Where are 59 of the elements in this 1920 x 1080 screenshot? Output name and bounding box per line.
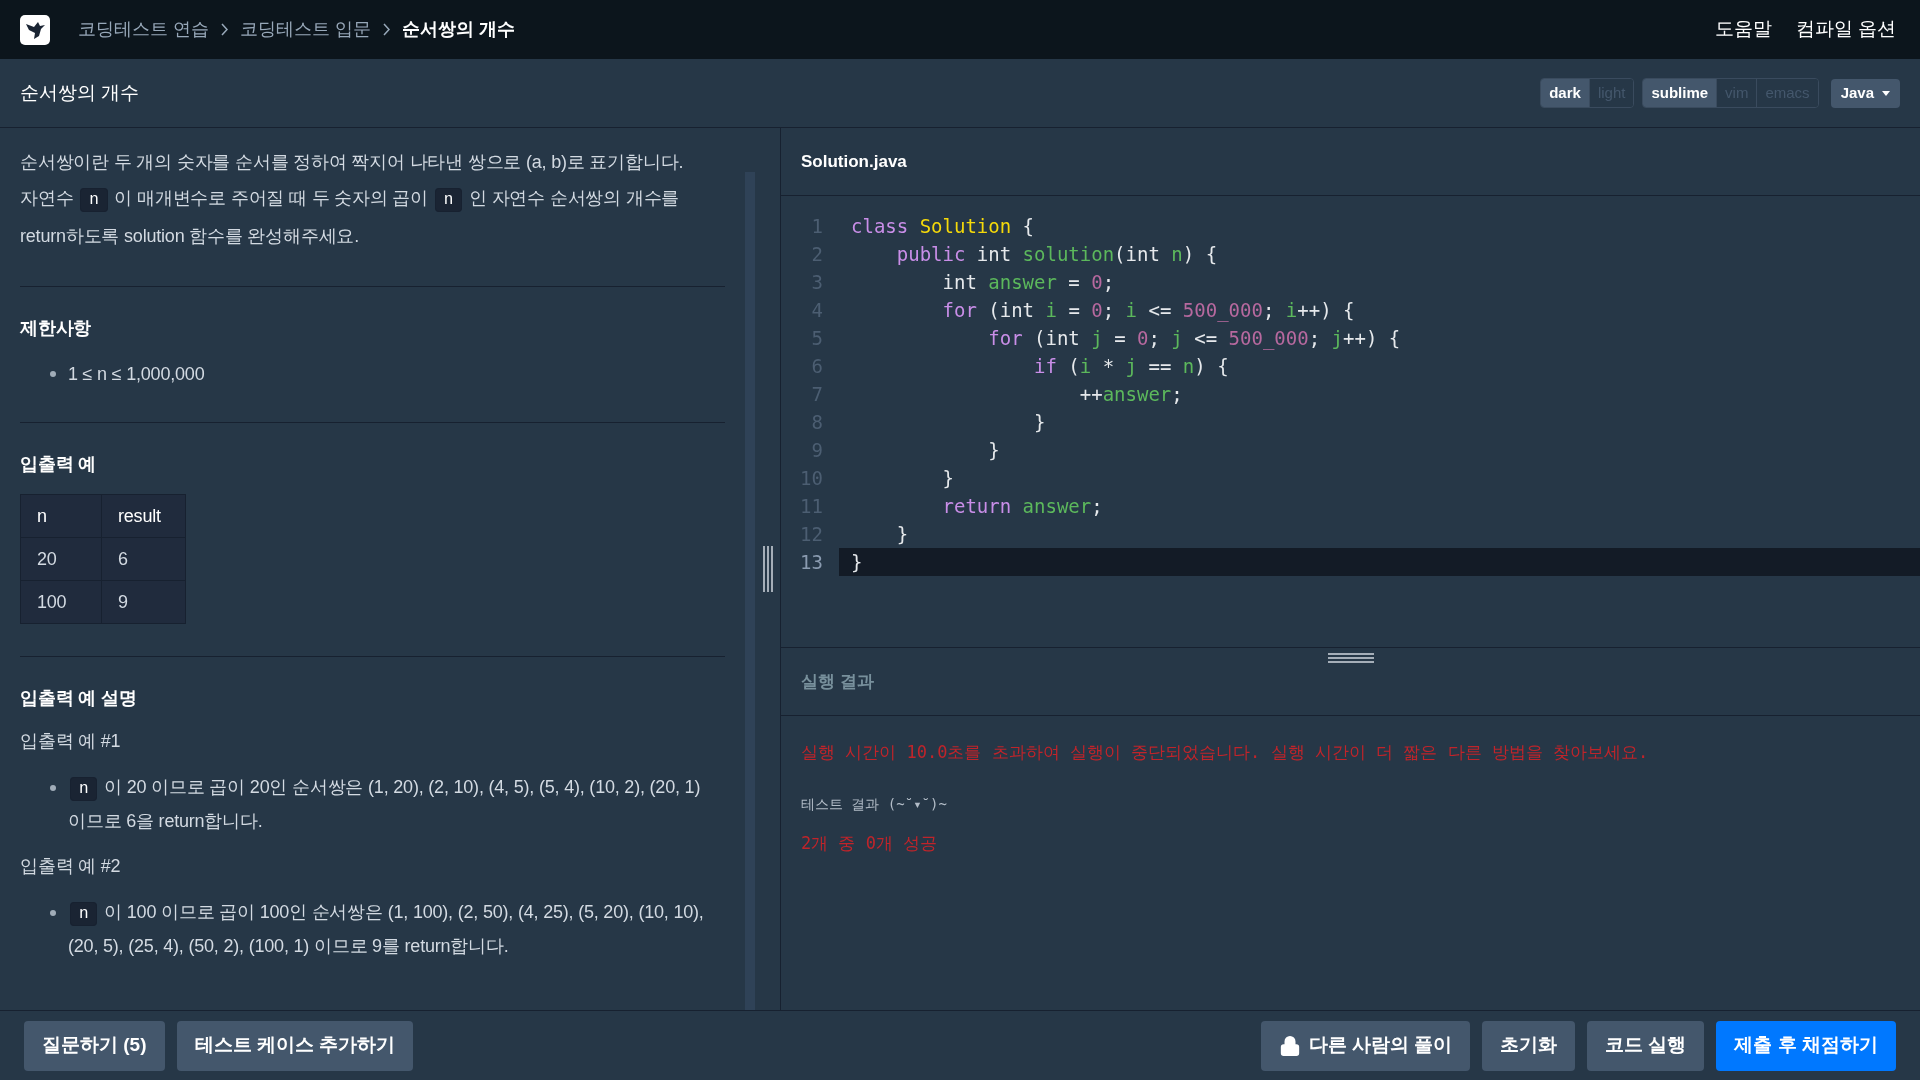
caret-down-icon xyxy=(1882,90,1890,96)
scrollbar-track[interactable] xyxy=(745,172,755,1010)
constraint-text: 1 ≤ n ≤ 1,000,000 xyxy=(68,363,205,386)
table-header: result xyxy=(101,494,186,538)
code-line: } xyxy=(987,437,1001,463)
section-heading: 제한사항 xyxy=(20,317,93,340)
code-line: int answer = 0; xyxy=(941,269,1116,295)
bullet-icon xyxy=(50,371,56,377)
file-tab[interactable]: Solution.java xyxy=(801,148,907,175)
breadcrumb-link[interactable]: 코딩테스트 입문 xyxy=(240,16,372,43)
error-message: 실행 시간이 10.0초를 초과하여 실행이 중단되었습니다. 실행 시간이 더 짧은 다른 방법을 찾아보세요. xyxy=(801,741,1650,764)
lock-icon xyxy=(1278,1034,1301,1057)
footer-button[interactable]: 코드 실행 xyxy=(1587,1020,1705,1071)
code-line: } xyxy=(1033,409,1047,435)
footer-button[interactable]: 초기화 xyxy=(1482,1020,1576,1071)
table-cell: 6 xyxy=(101,537,186,581)
submit-button[interactable]: 제출 후 채점하기 xyxy=(1716,1020,1896,1071)
language-dropdown[interactable]: Java xyxy=(1830,78,1900,108)
section-heading: 입출력 예 xyxy=(20,453,97,476)
test-summary: 2개 중 0개 성공 xyxy=(801,831,939,855)
section-heading: 입출력 예 설명 xyxy=(20,687,138,710)
problem-description: 순서쌍이란 두 개의 숫자를 순서를 정하여 짝지어 나타낸 쌍으로 (a, b)로 표기합니다. 자연수 n 이 매개변수로 주어질 때 두 숫자의 곱이 n 인 자연수 순서쌍의 개수를 return하도록 solution 함수를 완성해주세요. xyxy=(20,151,685,248)
nav-link[interactable]: 도움말 xyxy=(1714,15,1772,44)
bullet-icon xyxy=(50,910,56,916)
breadcrumb-link[interactable]: 코딩테스트 연습 xyxy=(78,16,209,43)
explanation-text: n 이 20 이므로 곱이 20인 순서쌍은 (1, 20), (2, 10), (4, 5), (5, 4), (10, 2), (20, 1) 이므로 6을 return합니다. xyxy=(68,776,702,833)
code-line: public int solution(int n) { xyxy=(895,241,1219,267)
nav-link[interactable]: 컴파일 옵션 xyxy=(1795,15,1896,44)
drag-handle-icon[interactable] xyxy=(762,546,773,592)
resize-handle-icon[interactable] xyxy=(1327,653,1374,663)
table-cell: 20 xyxy=(20,537,102,581)
code-line: class Solution { xyxy=(850,213,1036,239)
editor-mode-toggle[interactable]: sublime xyxy=(1643,79,1717,107)
chevron-right-icon xyxy=(221,23,228,36)
code-line: for (int j = 0; j <= 500_000; j++) { xyxy=(987,325,1402,352)
line-number: 13 xyxy=(799,549,824,575)
code-line: for (int i = 0; i <= 500_000; i++) { xyxy=(941,297,1356,324)
bird-logo-icon[interactable] xyxy=(20,14,50,45)
code-line: return answer; xyxy=(941,493,1104,519)
code-line: ++answer; xyxy=(1078,381,1184,407)
editor-mode-toggle[interactable]: dark xyxy=(1541,79,1589,107)
footer-button[interactable]: 테스트 케이스 추가하기 xyxy=(176,1020,414,1071)
explanation-text: n 이 100 이므로 곱이 100인 순서쌍은 (1, 100), (2, 50), (4, 25), (5, 20), (10, 10), (20, 5), (25, 4), (50, 2), (100, 1) 이므로 9를 return합니다. xyxy=(68,901,705,958)
code-line: if (i * j == n) { xyxy=(1033,353,1230,379)
table-cell: 100 xyxy=(20,580,102,624)
example-title: 입출력 예 #1 xyxy=(20,730,122,753)
result-heading: 실행 결과 xyxy=(801,670,874,693)
footer-button[interactable]: 다른 사람의 풀이 xyxy=(1260,1020,1471,1071)
bullet-icon xyxy=(50,785,56,791)
table-header: n xyxy=(20,494,102,538)
code-line: } xyxy=(941,465,955,491)
chevron-right-icon xyxy=(383,23,391,36)
example-title: 입출력 예 #2 xyxy=(20,855,122,878)
problem-title: 순서쌍의 개수 xyxy=(20,80,140,105)
test-result-label: 테스트 결과 (~˘▾˘)~ xyxy=(801,794,948,814)
footer-button[interactable]: 질문하기 (5) xyxy=(24,1020,165,1071)
table-cell: 9 xyxy=(101,580,186,624)
breadcrumb-link[interactable]: 순서쌍의 개수 xyxy=(402,16,516,43)
code-line: } xyxy=(895,521,910,547)
